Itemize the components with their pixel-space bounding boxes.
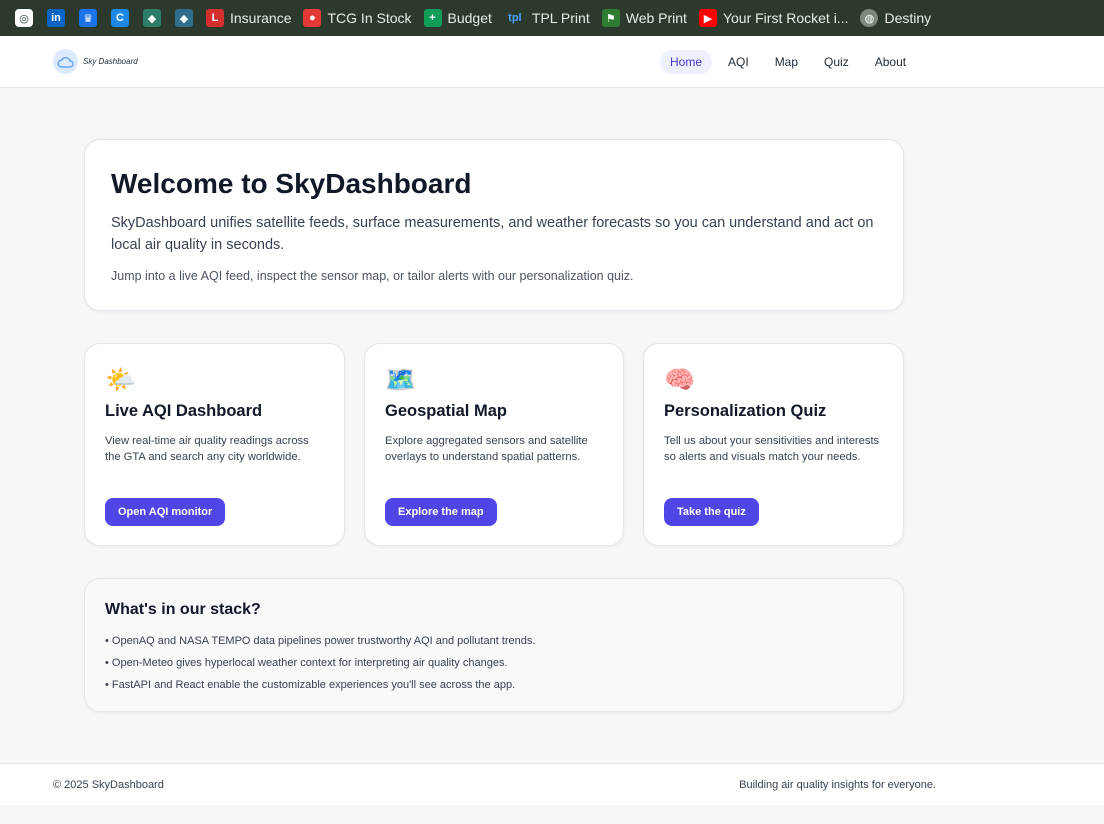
nav-aqi[interactable]: AQI xyxy=(718,50,759,74)
feature-card-quiz: 🧠 Personalization Quiz Tell us about you… xyxy=(643,343,904,546)
tpl-icon: tpl xyxy=(508,12,522,24)
linkedin-icon: in xyxy=(47,9,65,27)
nav-map[interactable]: Map xyxy=(765,50,808,74)
bookmark-destiny[interactable]: ◍ Destiny xyxy=(854,4,937,32)
bookmark-label: TPL Print xyxy=(531,10,590,26)
list-item: • Open-Meteo gives hyperlocal weather co… xyxy=(105,657,508,669)
bookmark-insurance[interactable]: L Insurance xyxy=(200,4,297,32)
nav-about[interactable]: About xyxy=(865,50,916,74)
bookmark-label: Insurance xyxy=(230,10,292,26)
crown-icon: ♛ xyxy=(79,9,97,27)
app-icon: ◎ xyxy=(15,9,33,27)
feature-description: Tell us about your sensitivities and int… xyxy=(664,435,880,463)
bookmark-label: Budget xyxy=(447,10,492,26)
nav-home[interactable]: Home xyxy=(660,50,713,74)
bookmark-tcg-in-stock[interactable]: ● TCG In Stock xyxy=(297,4,417,32)
footer-tagline: Building air quality insights for everyo… xyxy=(739,779,936,791)
sheets-icon: + xyxy=(423,9,442,27)
logo[interactable]: Sky Dashboard xyxy=(53,49,138,74)
bookmark-ethereum-icon-2[interactable]: ◆ xyxy=(168,4,200,32)
feature-title: Personalization Quiz xyxy=(664,402,827,420)
bookmark-web-print[interactable]: ⚑ Web Print xyxy=(596,4,693,32)
list-item: • OpenAQ and NASA TEMPO data pipelines p… xyxy=(105,635,536,647)
feature-card-aqi: 🌤️ Live AQI Dashboard View real-time air… xyxy=(84,343,345,546)
site-header: Sky Dashboard Home AQI Map Quiz About xyxy=(0,36,1104,88)
bookmark-label: TCG In Stock xyxy=(327,10,412,26)
hero-subtext: Jump into a live AQI feed, inspect the s… xyxy=(111,269,634,283)
bookmark-label: Destiny xyxy=(884,10,932,26)
cloud-icon xyxy=(53,49,78,74)
flag-icon: ⚑ xyxy=(601,9,620,27)
sun-cloud-icon: 🌤️ xyxy=(105,366,137,394)
feature-description: View real-time air quality readings acro… xyxy=(105,435,309,463)
bookmark-label: Your First Rocket i... xyxy=(722,10,849,26)
feature-title: Geospatial Map xyxy=(385,402,507,420)
page-title: Welcome to SkyDashboard xyxy=(111,168,472,199)
c-icon: C xyxy=(111,9,129,27)
pokeball-icon: ● xyxy=(303,9,322,27)
ethereum-icon: ◆ xyxy=(143,9,161,27)
take-quiz-button[interactable]: Take the quiz xyxy=(664,498,759,526)
open-aqi-monitor-button[interactable]: Open AQI monitor xyxy=(105,498,226,526)
life-icon: L xyxy=(206,9,224,27)
ethereum-icon-2: ◆ xyxy=(175,9,193,27)
bookmark-linkedin-icon[interactable]: in xyxy=(40,4,72,32)
bookmark-your-first-rocket-i[interactable]: ▶ Your First Rocket i... xyxy=(693,4,855,32)
stack-list: • OpenAQ and NASA TEMPO data pipelines p… xyxy=(105,630,883,696)
bookmarks-bar: ◎ in ♛ C ◆ ◆ L Insurance ● TCG In Stock + Budget tpl… xyxy=(0,0,1104,36)
feature-card-map: 🗺️ Geospatial Map Explore aggregated sen… xyxy=(364,343,624,546)
main-nav: Home AQI Map Quiz About xyxy=(660,50,916,74)
brain-icon: 🧠 xyxy=(664,366,696,394)
bookmark-c-icon[interactable]: C xyxy=(104,4,136,32)
bookmark-ethereum-icon[interactable]: ◆ xyxy=(136,4,168,32)
globe-icon: ◍ xyxy=(860,9,879,27)
footer-copyright: © 2025 SkyDashboard xyxy=(53,779,164,791)
bookmark-tpl-print[interactable]: tpl TPL Print xyxy=(498,4,596,32)
hero-lead: SkyDashboard unifies satellite feeds, su… xyxy=(111,215,874,253)
map-icon: 🗺️ xyxy=(385,366,417,394)
feature-description: Explore aggregated sensors and satellite… xyxy=(385,435,588,463)
bookmark-label: Web Print xyxy=(625,10,687,26)
stack-title: What's in our stack? xyxy=(105,601,261,618)
bookmark-budget[interactable]: + Budget xyxy=(418,4,498,32)
hero-card: Welcome to SkyDashboard SkyDashboard uni… xyxy=(84,139,904,311)
explore-map-button[interactable]: Explore the map xyxy=(385,498,497,526)
logo-text: Sky Dashboard xyxy=(83,57,138,66)
stack-card: What's in our stack? • OpenAQ and NASA T… xyxy=(84,578,904,712)
site-footer: © 2025 SkyDashboard Building air quality… xyxy=(0,763,1104,805)
youtube-icon: ▶ xyxy=(698,9,717,27)
nav-quiz[interactable]: Quiz xyxy=(814,50,859,74)
list-item: • FastAPI and React enable the customiza… xyxy=(105,679,516,691)
bookmark-app-icon[interactable]: ◎ xyxy=(8,4,40,32)
bookmark-crown-icon[interactable]: ♛ xyxy=(72,4,104,32)
feature-title: Live AQI Dashboard xyxy=(105,402,263,420)
